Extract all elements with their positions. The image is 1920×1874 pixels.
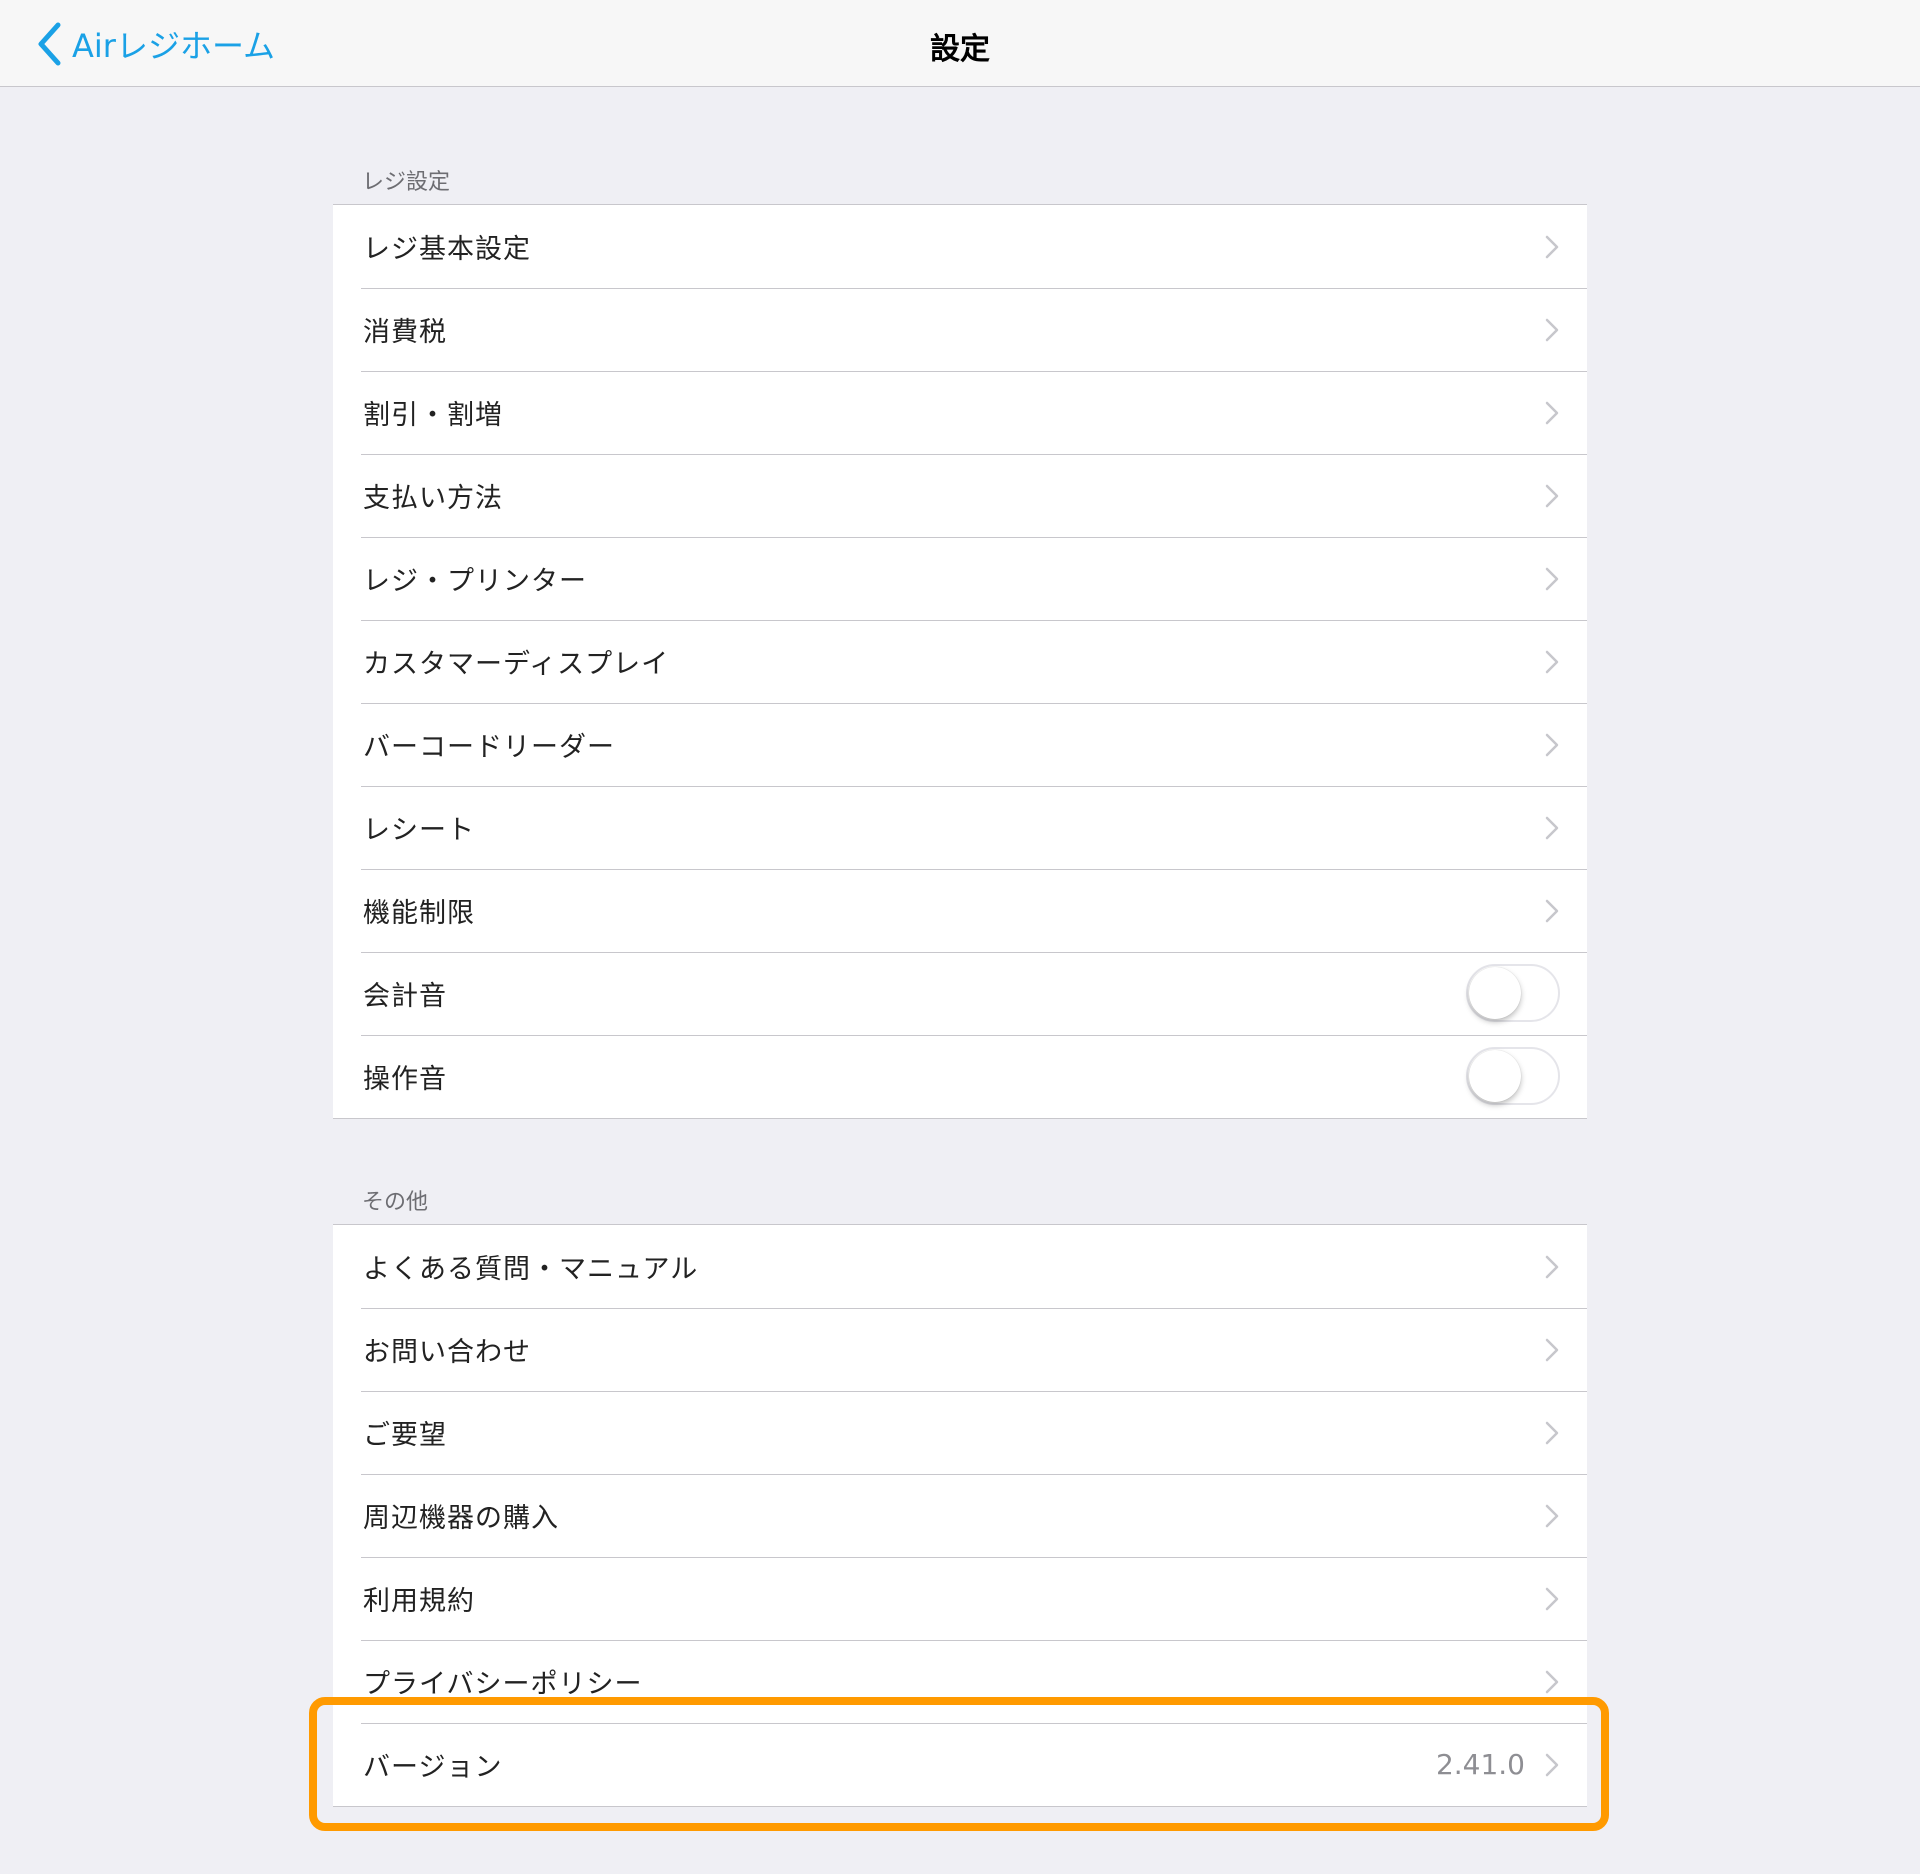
row-label: 支払い方法: [363, 483, 503, 514]
settings-row-receipt[interactable]: レシート: [333, 786, 1587, 869]
chevron-right-icon: [1545, 318, 1559, 342]
row-label: バージョン: [363, 1752, 503, 1783]
page-title: 設定: [930, 32, 990, 67]
row-label: 周辺機器の購入: [363, 1503, 559, 1534]
section-header-register-settings: レジ設定: [362, 170, 451, 195]
other-settings-group: よくある質問・マニュアル お問い合わせ ご要望 周辺機器の購入 利用規約 プライ…: [333, 1224, 1587, 1807]
row-label: レジ・プリンター: [363, 566, 587, 597]
chevron-right-icon: [1545, 1587, 1559, 1611]
register-settings-group: レジ基本設定 消費税 割引・割増 支払い方法 レジ・プリンター カスタマーディス…: [333, 204, 1587, 1119]
settings-row-terms-of-use[interactable]: 利用規約: [333, 1557, 1587, 1640]
checkout-sound-toggle[interactable]: [1466, 964, 1560, 1022]
settings-row-consumption-tax[interactable]: 消費税: [333, 288, 1587, 371]
chevron-right-icon: [1545, 1421, 1559, 1445]
settings-row-customer-display[interactable]: カスタマーディスプレイ: [333, 620, 1587, 703]
row-label: 利用規約: [363, 1586, 475, 1617]
section-header-other: その他: [362, 1190, 429, 1215]
chevron-right-icon: [1545, 484, 1559, 508]
settings-row-barcode-reader[interactable]: バーコードリーダー: [333, 703, 1587, 786]
chevron-right-icon: [1545, 567, 1559, 591]
operation-sound-toggle[interactable]: [1466, 1047, 1560, 1105]
settings-row-privacy-policy[interactable]: プライバシーポリシー: [333, 1640, 1587, 1723]
settings-row-requests[interactable]: ご要望: [333, 1391, 1587, 1474]
chevron-right-icon: [1545, 1670, 1559, 1694]
settings-row-function-limit[interactable]: 機能制限: [333, 869, 1587, 952]
row-label: 割引・割増: [363, 400, 503, 431]
row-label: お問い合わせ: [363, 1337, 531, 1368]
settings-row-operation-sound: 操作音: [333, 1035, 1587, 1118]
row-label: レシート: [363, 815, 475, 846]
settings-row-contact[interactable]: お問い合わせ: [333, 1308, 1587, 1391]
settings-row-faq-manual[interactable]: よくある質問・マニュアル: [333, 1225, 1587, 1308]
row-label: 操作音: [363, 1064, 447, 1095]
row-label: 機能制限: [363, 898, 475, 929]
chevron-right-icon: [1545, 401, 1559, 425]
chevron-right-icon: [1545, 1504, 1559, 1528]
chevron-right-icon: [1545, 733, 1559, 757]
chevron-right-icon: [1545, 1338, 1559, 1362]
settings-row-peripheral-purchase[interactable]: 周辺機器の購入: [333, 1474, 1587, 1557]
chevron-right-icon: [1545, 816, 1559, 840]
settings-row-discount-surcharge[interactable]: 割引・割増: [333, 371, 1587, 454]
row-label: よくある質問・マニュアル: [363, 1254, 699, 1285]
toggle-knob: [1469, 1050, 1521, 1102]
settings-row-basic[interactable]: レジ基本設定: [333, 205, 1587, 288]
chevron-right-icon: [1545, 1255, 1559, 1279]
chevron-right-icon: [1545, 1753, 1559, 1777]
row-label: ご要望: [363, 1420, 447, 1451]
row-label: 会計音: [363, 981, 447, 1012]
settings-row-version[interactable]: バージョン 2.41.0: [333, 1723, 1587, 1806]
settings-row-register-printer[interactable]: レジ・プリンター: [333, 537, 1587, 620]
chevron-right-icon: [1545, 650, 1559, 674]
row-label: 消費税: [363, 317, 447, 348]
navigation-bar: Airレジホーム 設定: [0, 0, 1920, 87]
row-label: プライバシーポリシー: [363, 1669, 643, 1700]
version-value: 2.41.0: [1435, 1748, 1525, 1781]
chevron-right-icon: [1545, 235, 1559, 259]
chevron-right-icon: [1545, 899, 1559, 923]
settings-row-checkout-sound: 会計音: [333, 952, 1587, 1035]
row-label: バーコードリーダー: [363, 732, 615, 763]
row-label: レジ基本設定: [363, 234, 531, 265]
settings-row-payment-method[interactable]: 支払い方法: [333, 454, 1587, 537]
row-label: カスタマーディスプレイ: [363, 649, 670, 680]
toggle-knob: [1469, 967, 1521, 1019]
